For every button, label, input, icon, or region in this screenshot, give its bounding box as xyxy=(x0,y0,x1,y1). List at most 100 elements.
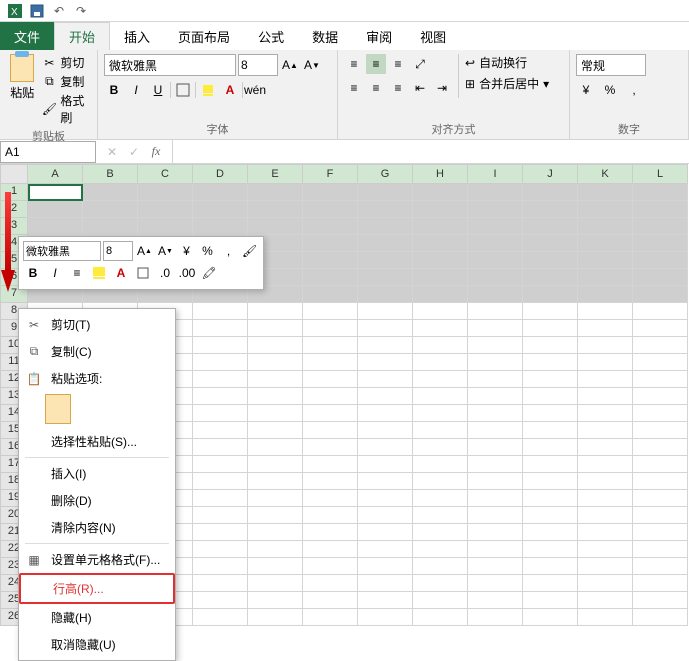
tab-file[interactable]: 文件 xyxy=(0,22,54,50)
cell[interactable] xyxy=(633,252,688,269)
cell[interactable] xyxy=(248,405,303,422)
col-header-H[interactable]: H xyxy=(413,164,468,184)
col-header-D[interactable]: D xyxy=(193,164,248,184)
cell[interactable] xyxy=(633,456,688,473)
cell[interactable] xyxy=(578,439,633,456)
cell[interactable] xyxy=(358,473,413,490)
cell[interactable] xyxy=(303,473,358,490)
cell[interactable] xyxy=(248,541,303,558)
paste-option-thumb[interactable] xyxy=(45,394,71,424)
cell[interactable] xyxy=(633,490,688,507)
cell[interactable] xyxy=(468,388,523,405)
cell[interactable] xyxy=(83,184,138,201)
align-left-button[interactable]: ≡ xyxy=(344,78,364,98)
cell[interactable] xyxy=(303,541,358,558)
mini-comma[interactable]: , xyxy=(219,241,238,261)
cell[interactable] xyxy=(633,201,688,218)
row-header[interactable]: 2 xyxy=(0,201,28,218)
cell[interactable] xyxy=(413,388,468,405)
mini-highlight[interactable]: 🖍 xyxy=(199,263,219,283)
cell[interactable] xyxy=(468,405,523,422)
mini-font-select[interactable] xyxy=(23,241,101,261)
cell[interactable] xyxy=(193,422,248,439)
cell[interactable] xyxy=(28,218,83,235)
cell[interactable] xyxy=(468,337,523,354)
cell[interactable] xyxy=(413,235,468,252)
cell[interactable] xyxy=(523,201,578,218)
cell[interactable] xyxy=(193,184,248,201)
cell[interactable] xyxy=(193,320,248,337)
cell[interactable] xyxy=(413,422,468,439)
ctx-format-cells[interactable]: ▦设置单元格格式(F)... xyxy=(19,546,175,573)
cell[interactable] xyxy=(633,388,688,405)
undo-icon[interactable]: ↶ xyxy=(52,4,66,18)
name-box[interactable] xyxy=(0,141,96,163)
cell[interactable] xyxy=(303,235,358,252)
cell[interactable] xyxy=(523,456,578,473)
cell[interactable] xyxy=(138,201,193,218)
cell[interactable] xyxy=(83,218,138,235)
italic-button[interactable]: I xyxy=(126,80,146,100)
cell[interactable] xyxy=(413,558,468,575)
cell[interactable] xyxy=(358,592,413,609)
cell[interactable] xyxy=(578,303,633,320)
ctx-delete[interactable]: 删除(D) xyxy=(19,487,175,514)
cell[interactable] xyxy=(468,201,523,218)
cell[interactable] xyxy=(633,473,688,490)
cell[interactable] xyxy=(303,592,358,609)
cell[interactable] xyxy=(468,252,523,269)
cell[interactable] xyxy=(303,439,358,456)
bold-button[interactable]: B xyxy=(104,80,124,100)
cell[interactable] xyxy=(248,184,303,201)
cell[interactable] xyxy=(83,201,138,218)
cell[interactable] xyxy=(578,524,633,541)
font-size-select[interactable] xyxy=(238,54,278,76)
cell[interactable] xyxy=(578,490,633,507)
cell[interactable] xyxy=(358,184,413,201)
cell[interactable] xyxy=(303,490,358,507)
cell[interactable] xyxy=(193,490,248,507)
cell[interactable] xyxy=(523,320,578,337)
ctx-clear[interactable]: 清除内容(N) xyxy=(19,514,175,541)
redo-icon[interactable]: ↷ xyxy=(74,4,88,18)
paste-button[interactable]: 粘贴 xyxy=(6,54,38,126)
cell[interactable] xyxy=(578,388,633,405)
cell[interactable] xyxy=(303,303,358,320)
save-icon[interactable] xyxy=(30,4,44,18)
cell[interactable] xyxy=(468,235,523,252)
cell[interactable] xyxy=(358,405,413,422)
cell[interactable] xyxy=(358,320,413,337)
fx-icon[interactable]: fx xyxy=(146,142,166,162)
cell[interactable] xyxy=(633,422,688,439)
cell[interactable] xyxy=(413,456,468,473)
cell[interactable] xyxy=(193,473,248,490)
currency-button[interactable]: ¥ xyxy=(576,80,596,100)
cell[interactable] xyxy=(413,405,468,422)
cell[interactable] xyxy=(523,218,578,235)
cell[interactable] xyxy=(413,609,468,626)
col-header-J[interactable]: J xyxy=(523,164,578,184)
cell[interactable] xyxy=(248,609,303,626)
cell[interactable] xyxy=(248,575,303,592)
cell[interactable] xyxy=(413,354,468,371)
cell[interactable] xyxy=(633,575,688,592)
cell[interactable] xyxy=(633,592,688,609)
ctx-paste-special[interactable]: 选择性粘贴(S)... xyxy=(19,428,175,455)
cell[interactable] xyxy=(633,609,688,626)
cell[interactable] xyxy=(523,524,578,541)
cell[interactable] xyxy=(468,371,523,388)
cell[interactable] xyxy=(193,218,248,235)
mini-align[interactable]: ≡ xyxy=(67,263,87,283)
cell[interactable] xyxy=(358,337,413,354)
cell[interactable] xyxy=(193,558,248,575)
cell[interactable] xyxy=(248,490,303,507)
cell[interactable] xyxy=(633,337,688,354)
mini-currency[interactable]: ¥ xyxy=(177,241,196,261)
cell[interactable] xyxy=(248,558,303,575)
cell[interactable] xyxy=(523,303,578,320)
cell[interactable] xyxy=(358,303,413,320)
underline-button[interactable]: U xyxy=(148,80,168,100)
mini-shrink-font[interactable]: A▼ xyxy=(156,241,175,261)
cell[interactable] xyxy=(193,507,248,524)
tab-home[interactable]: 开始 xyxy=(54,22,110,50)
